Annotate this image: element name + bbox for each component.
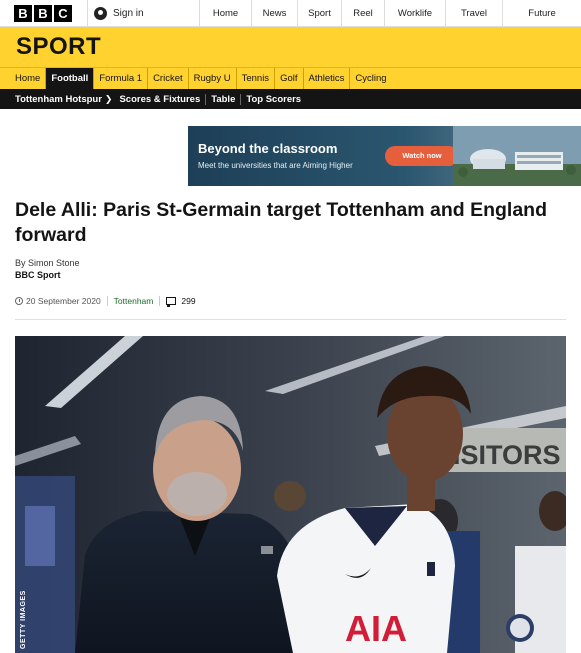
global-nav-travel[interactable]: Travel [445, 0, 502, 27]
article-date: 20 September 2020 [26, 296, 101, 306]
advert-subline: Meet the universities that are Aiming Hi… [198, 161, 353, 170]
article-meta: 20 September 2020 Tottenham 299 [15, 295, 196, 307]
photo-credit: GETTY IMAGES [20, 590, 27, 649]
global-nav-home[interactable]: Home [199, 0, 251, 27]
logo-letter-b1: B [14, 4, 32, 22]
chevron-right-icon: ❯ [104, 93, 113, 104]
advert-banner[interactable]: Beyond the classroom Meet the universiti… [188, 126, 581, 186]
logo-letter-c: C [54, 4, 72, 22]
author-source: BBC Sport [15, 270, 61, 280]
signin-link[interactable]: Sign in [87, 0, 199, 27]
global-nav-worklife[interactable]: Worklife [384, 0, 445, 27]
sport-nav-golf[interactable]: Golf [275, 68, 304, 89]
subnav-table[interactable]: Table [206, 93, 242, 105]
meta-divider [106, 296, 108, 306]
sport-nav-athletics[interactable]: Athletics [304, 68, 351, 89]
sport-nav-tennis[interactable]: Tennis [237, 68, 276, 89]
comment-count[interactable]: 299 [181, 296, 195, 306]
sport-nav-rugby-union[interactable]: Rugby U [189, 68, 237, 89]
sport-nav-cricket[interactable]: Cricket [148, 68, 189, 89]
logo-letter-b2: B [34, 4, 52, 22]
visitors-sign: ISITORS [453, 440, 561, 470]
sport-nav: Home Football Formula 1 Cricket Rugby U … [0, 68, 581, 89]
advert-headline: Beyond the classroom [198, 141, 338, 156]
tunnel-scene: ISITORS AIA [15, 336, 566, 653]
global-nav: Home News Sport Reel Worklife Travel Fut… [199, 0, 581, 27]
meta-divider [159, 296, 161, 306]
lead-photo: ISITORS AIA GETTY IMAGES [15, 336, 566, 653]
article-byline: By Simon Stone BBC Sport [15, 257, 80, 281]
global-nav-sport[interactable]: Sport [297, 0, 341, 27]
sport-nav-cycling[interactable]: Cycling [350, 68, 391, 89]
bbc-logo[interactable]: B B C [14, 4, 72, 22]
subnav-scores-fixtures[interactable]: Scores & Fixtures [114, 93, 207, 105]
subnav-top-scorers[interactable]: Top Scorers [241, 94, 306, 105]
sport-nav-home[interactable]: Home [10, 68, 47, 89]
kit-sponsor: AIA [345, 608, 407, 649]
sport-section-title[interactable]: SPORT [16, 33, 101, 61]
campus-illustration [453, 126, 581, 186]
user-icon [94, 7, 107, 20]
subnav-tottenham-hotspur[interactable]: Tottenham Hotspur [10, 94, 107, 105]
bbc-masthead: B B C Sign in Home News Sport Reel Workl… [0, 0, 581, 27]
sport-nav-formula1[interactable]: Formula 1 [94, 68, 149, 89]
article-topic-link[interactable]: Tottenham [114, 296, 154, 306]
sport-banner: SPORT [0, 27, 581, 68]
advert-watch-button[interactable]: Watch now [385, 146, 459, 166]
team-subnav: Tottenham Hotspur ❯ Scores & Fixtures Ta… [0, 89, 581, 109]
author-name: By Simon Stone [15, 258, 80, 268]
signin-label: Sign in [113, 8, 144, 19]
article-headline: Dele Alli: Paris St-Germain target Totte… [15, 199, 548, 246]
global-nav-reel[interactable]: Reel [341, 0, 384, 27]
sport-nav-football[interactable]: Football [46, 68, 95, 89]
comment-icon[interactable] [166, 297, 177, 307]
global-nav-news[interactable]: News [251, 0, 297, 27]
meta-rule [15, 319, 566, 320]
clock-icon [15, 297, 23, 305]
global-nav-future[interactable]: Future [502, 0, 581, 27]
